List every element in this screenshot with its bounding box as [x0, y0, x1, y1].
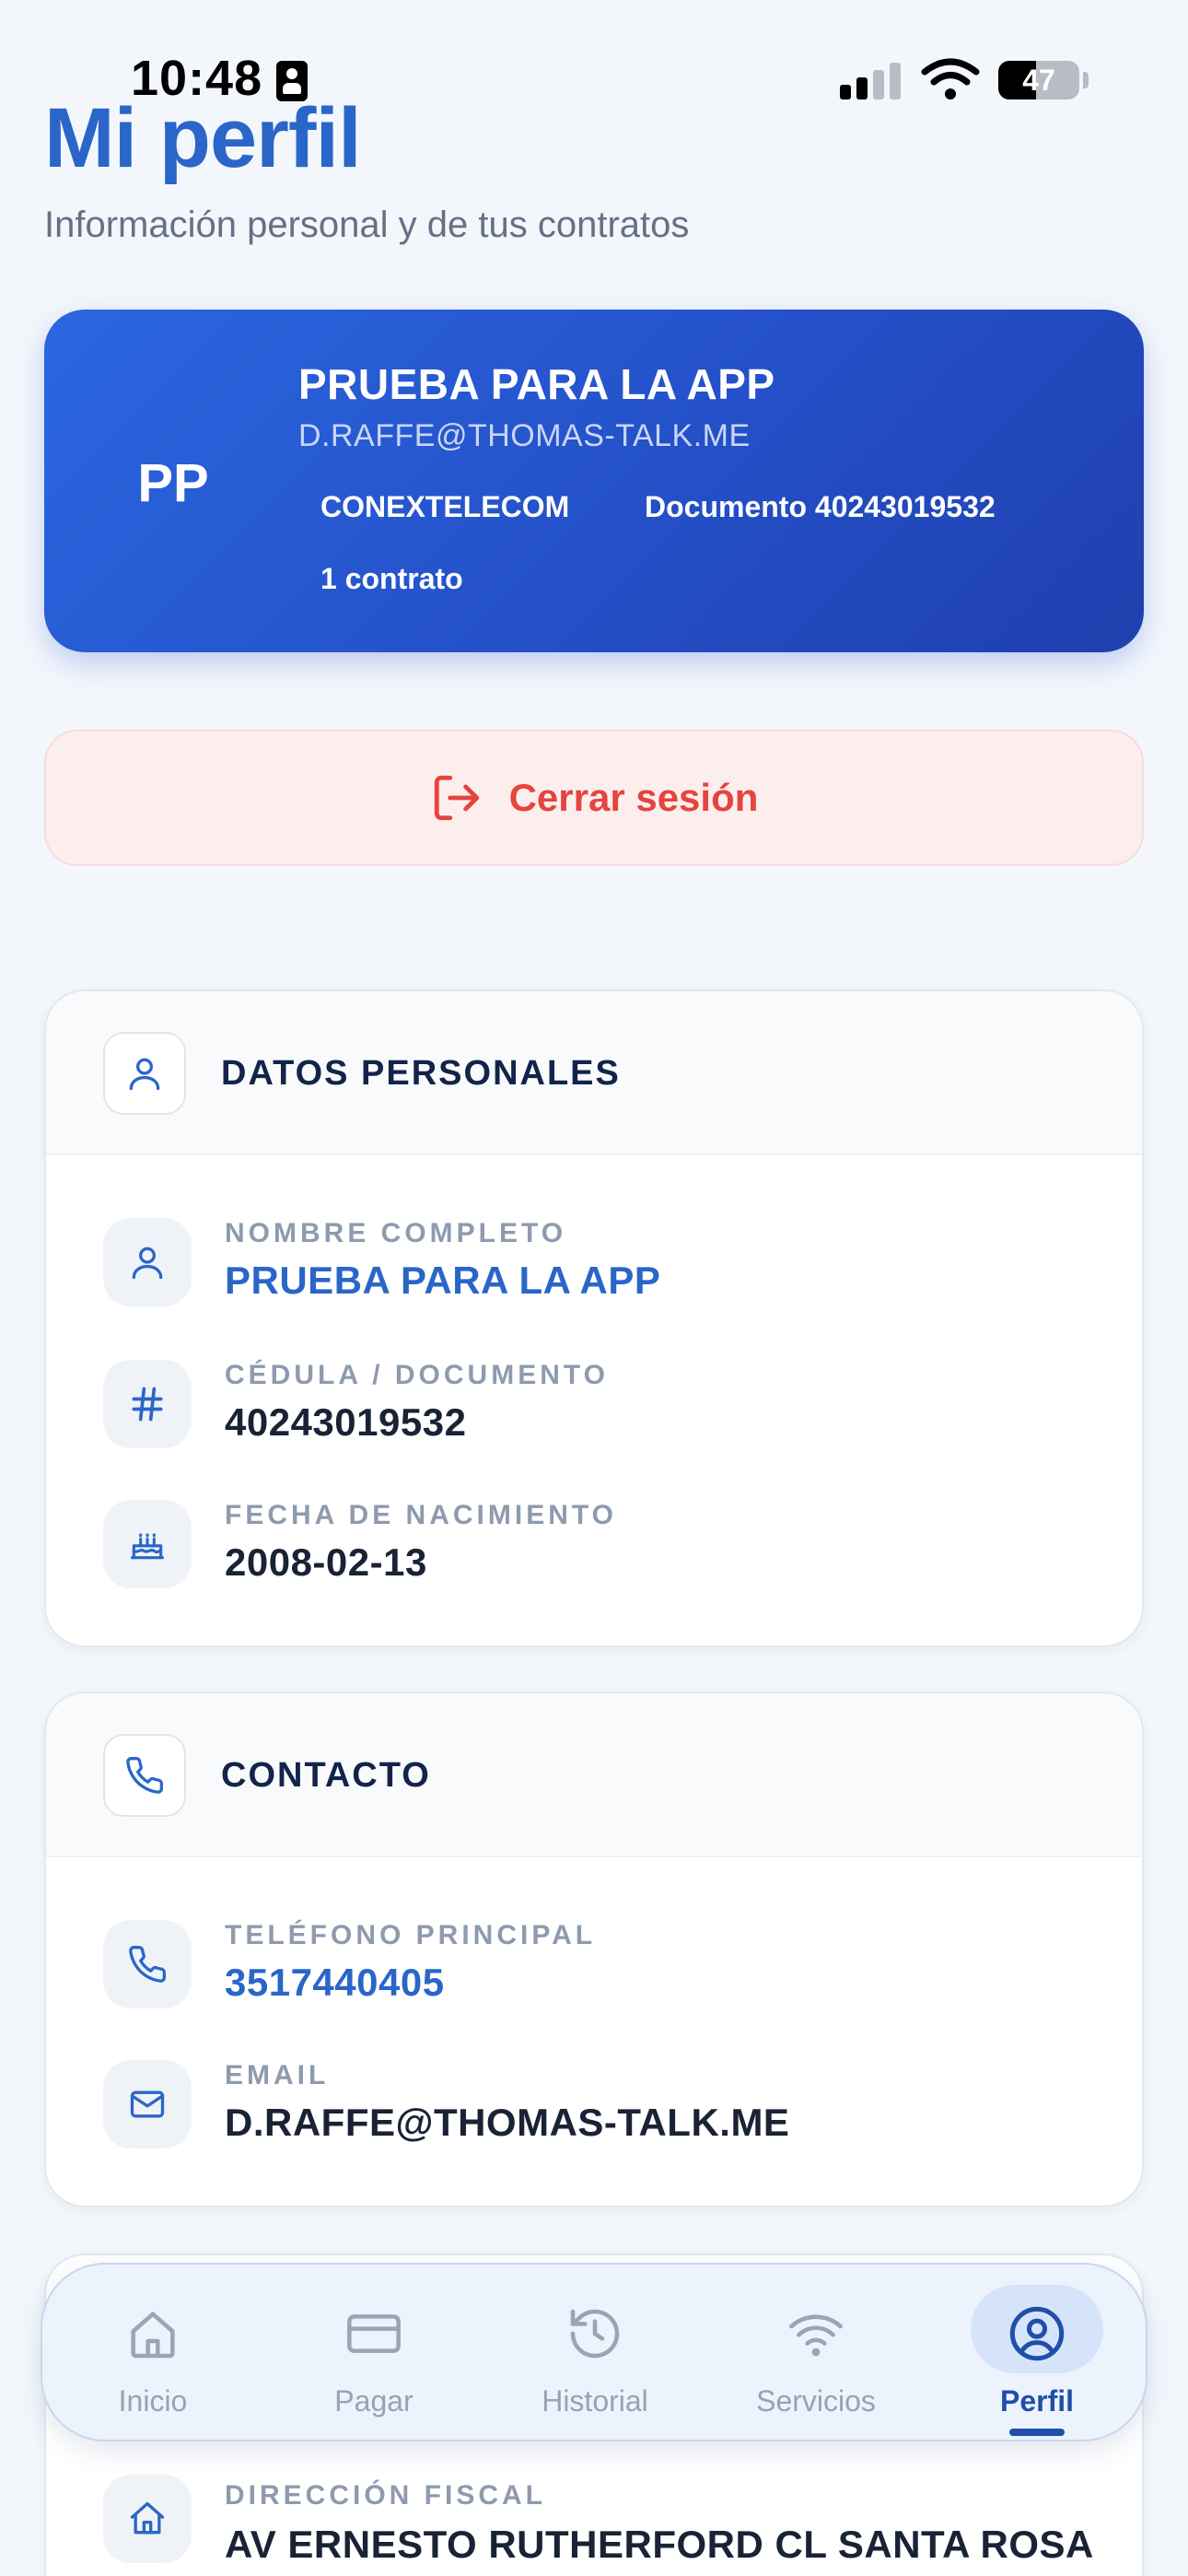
company-chip: CONEXTELECOM [320, 490, 570, 523]
nav-item-historial[interactable]: Historial [484, 2265, 705, 2443]
wifi-status-icon [921, 58, 980, 100]
document-chip: Documento 40243019532 [645, 490, 996, 523]
field-label: TELÉFONO PRINCIPAL [225, 1920, 597, 1950]
field-label: EMAIL [225, 2060, 330, 2090]
home-icon [103, 2475, 192, 2563]
phone-icon [103, 1734, 186, 1817]
logout-icon [434, 775, 479, 821]
nav-item-pagar[interactable]: Pagar [263, 2265, 484, 2443]
contracts-chip: 1 contrato [320, 562, 463, 595]
full-name-value: PRUEBA PARA LA APP [225, 1259, 661, 1302]
user-circle-icon [1005, 2301, 1069, 2366]
phone-icon [103, 1920, 192, 2008]
section-header: DATOS PERSONALES [46, 991, 1142, 1155]
nav-label: Inicio [118, 2384, 188, 2418]
field-label: DIRECCIÓN FISCAL [225, 2480, 546, 2511]
user-icon [103, 1218, 192, 1306]
email-value: D.RAFFE@THOMAS-TALK.ME [225, 2101, 790, 2144]
home-icon [121, 2301, 185, 2366]
bottom-nav: Inicio Pagar Historial Servicios Perfil [41, 2263, 1147, 2441]
nav-label: Servicios [756, 2384, 876, 2418]
wifi-icon [784, 2301, 848, 2366]
profile-card: PP PRUEBA PARA LA APP D.RAFFE@THOMAS-TAL… [44, 310, 1144, 652]
section-title: CONTACTO [221, 1756, 431, 1795]
nav-label: Perfil [999, 2384, 1075, 2418]
battery-icon: 47 [998, 61, 1079, 100]
nav-label: Pagar [334, 2384, 413, 2418]
address-value: AV ERNESTO RUTHERFORD CL SANTA ROSA [225, 2523, 1094, 2566]
battery-tip [1083, 72, 1089, 88]
mail-icon [103, 2060, 192, 2149]
avatar: PP [137, 452, 209, 513]
profile-name: PRUEBA PARA LA APP [298, 360, 775, 408]
field-label: NOMBRE COMPLETO [225, 1218, 567, 1248]
history-icon [563, 2301, 627, 2366]
section-header: CONTACTO [46, 1693, 1142, 1857]
page-title: Mi perfil [44, 91, 362, 185]
document-value: 40243019532 [225, 1400, 467, 1444]
user-icon [103, 1032, 186, 1115]
nav-item-servicios[interactable]: Servicios [705, 2265, 926, 2443]
battery-level: 47 [1022, 64, 1055, 97]
phone-value-link[interactable]: 3517440405 [225, 1961, 445, 2005]
birthdate-value: 2008-02-13 [225, 1540, 427, 1584]
hash-icon [103, 1360, 192, 1448]
active-underline [1009, 2429, 1065, 2436]
nav-label: Historial [542, 2384, 648, 2418]
cellular-signal-icon [840, 63, 904, 100]
page-subtitle: Información personal y de tus contratos [44, 205, 690, 245]
field-label: FECHA DE NACIMIENTO [225, 1500, 618, 1530]
nav-item-perfil[interactable]: Perfil [926, 2265, 1147, 2443]
contact-card: CONTACTO TELÉFONO PRINCIPAL 3517440405 E… [44, 1692, 1144, 2207]
cake-icon [103, 1500, 192, 1588]
profile-email: D.RAFFE@THOMAS-TALK.ME [298, 418, 751, 453]
nav-item-inicio[interactable]: Inicio [42, 2265, 263, 2443]
credit-card-icon [342, 2301, 406, 2366]
logout-label: Cerrar sesión [508, 776, 759, 819]
personal-data-card: DATOS PERSONALES NOMBRE COMPLETO PRUEBA … [44, 989, 1144, 1647]
field-label: CÉDULA / DOCUMENTO [225, 1360, 609, 1390]
section-title: DATOS PERSONALES [221, 1054, 621, 1093]
logout-button[interactable]: Cerrar sesión [44, 730, 1144, 866]
